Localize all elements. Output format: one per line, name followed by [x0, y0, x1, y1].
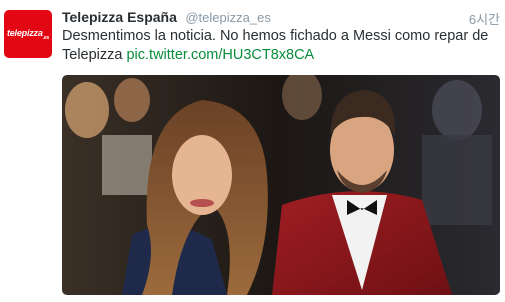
tweet-header: Telepizza España @telepizza_es 6시간 — [62, 9, 500, 27]
media-link[interactable]: pic.twitter.com/HU3CT8x8CA — [126, 47, 314, 63]
tweet: telepizza.es Telepizza España @telepizza… — [0, 0, 505, 302]
tweet-timestamp[interactable]: 6시간 — [469, 9, 500, 28]
tweet-photo[interactable] — [62, 75, 500, 295]
photo-illustration — [62, 75, 500, 295]
avatar[interactable]: telepizza.es — [4, 10, 52, 58]
account-username[interactable]: @telepizza_es — [185, 10, 270, 25]
tweet-text: Desmentimos la noticia. No hemos fichado… — [62, 27, 497, 65]
account-fullname[interactable]: Telepizza España — [62, 9, 177, 25]
avatar-logo: telepizza.es — [6, 27, 50, 41]
